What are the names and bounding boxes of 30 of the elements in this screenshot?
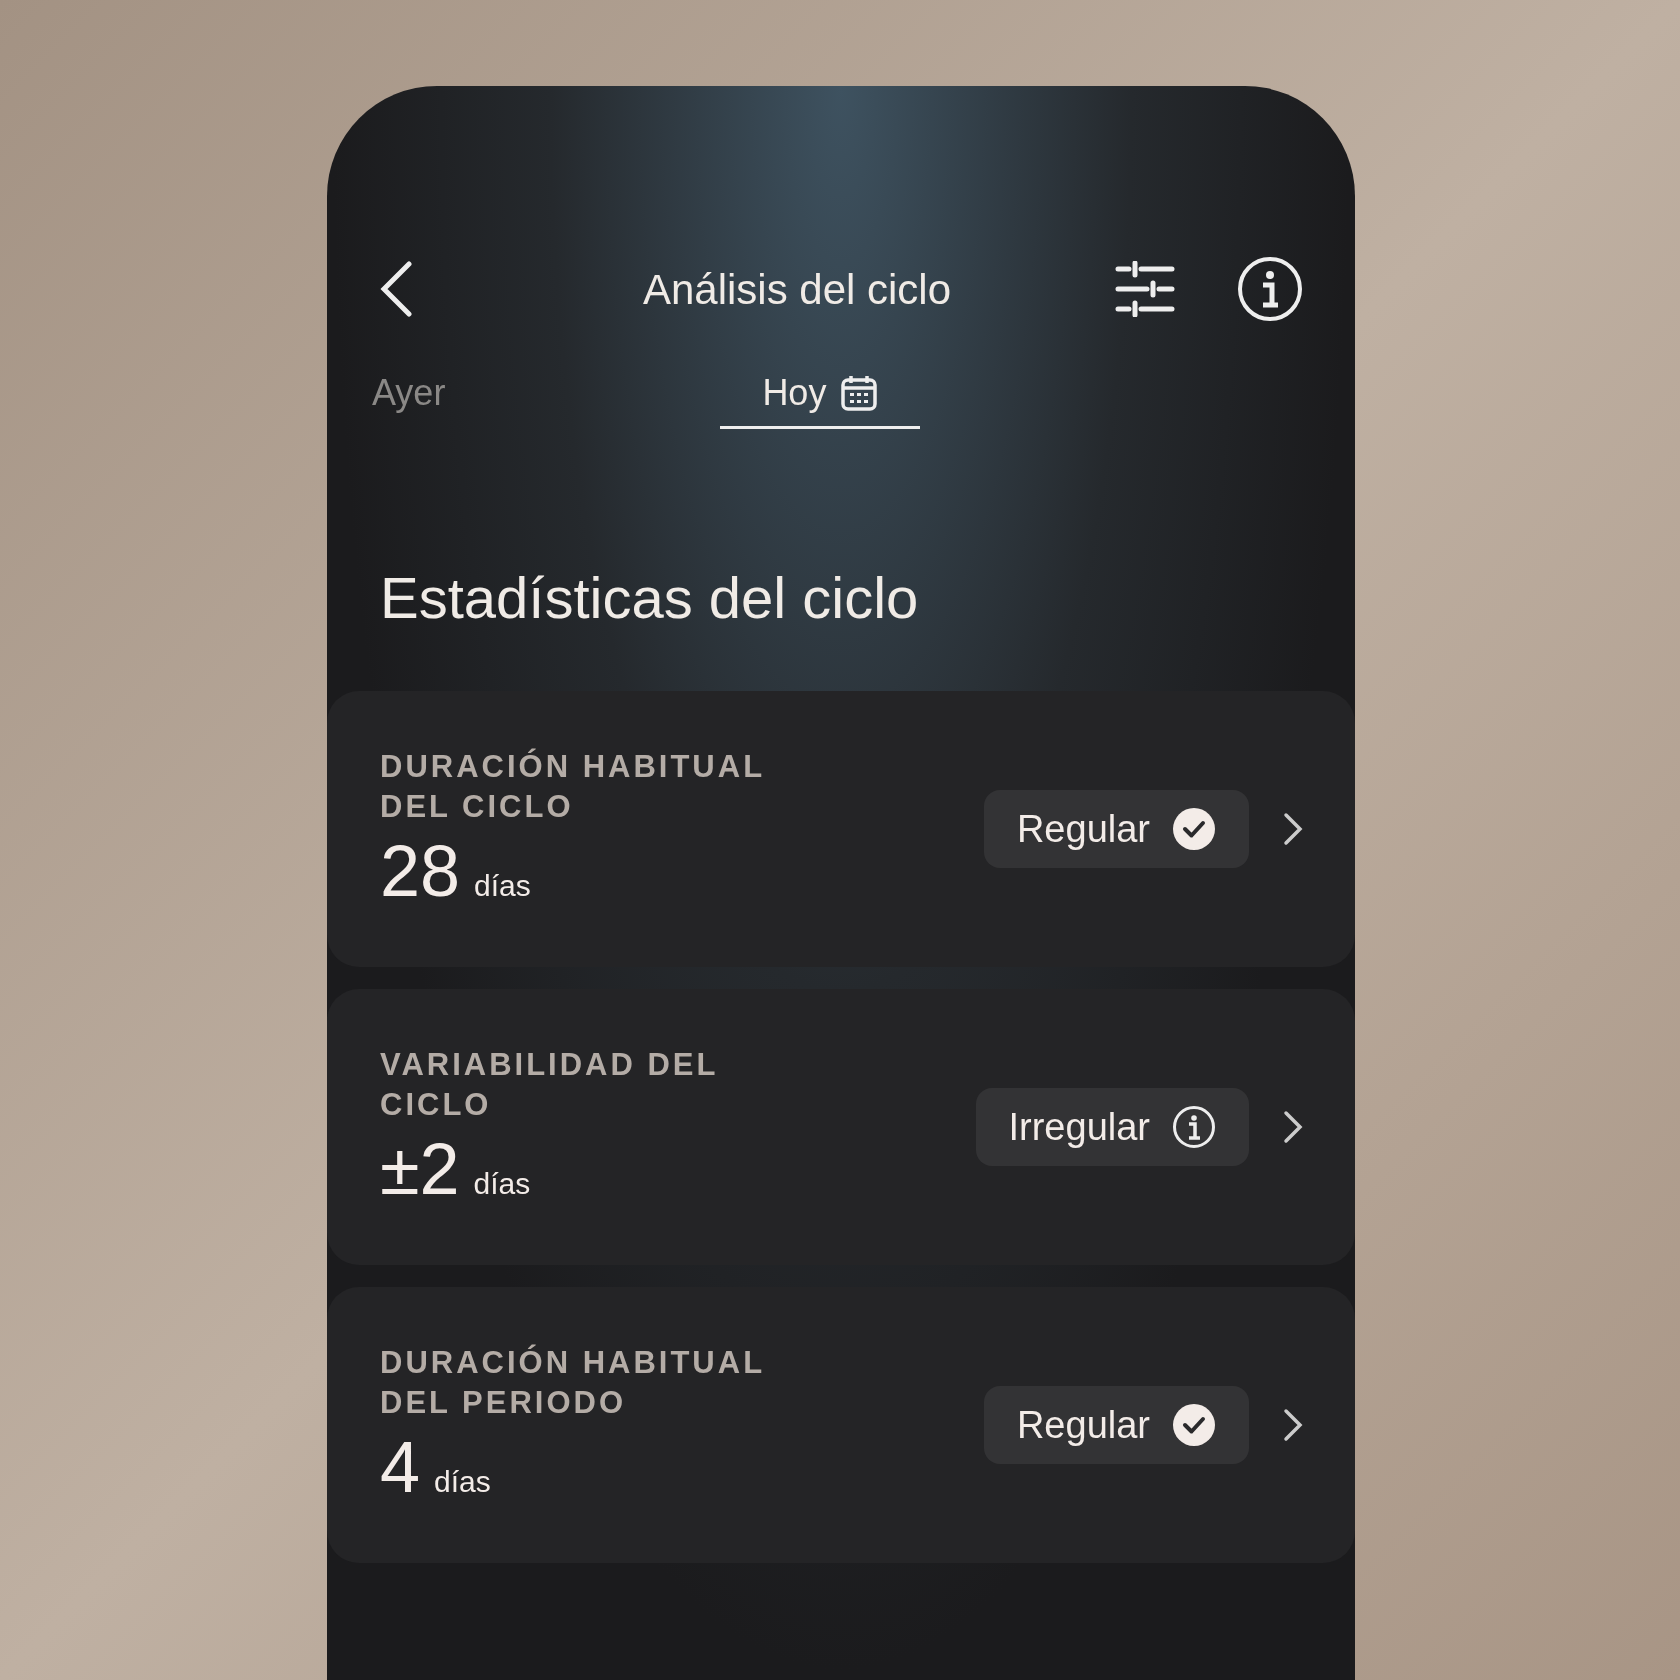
date-tab[interactable]: Ayer — [372, 359, 446, 429]
info-icon — [1237, 256, 1303, 322]
stat-card[interactable]: DURACIÓN HABITUAL DEL PERIODO 4 días Regular — [327, 1287, 1355, 1563]
stat-unit: días — [473, 1166, 531, 1202]
info-button[interactable] — [1237, 256, 1303, 322]
chevron-right-icon — [1283, 812, 1303, 846]
stat-unit: días — [434, 1464, 491, 1500]
sliders-icon — [1115, 261, 1175, 317]
stat-label: VARIABILIDAD DEL CICLO — [380, 1046, 719, 1124]
checkmark-icon — [1172, 1403, 1216, 1447]
chevron-right-icon — [1283, 1110, 1303, 1144]
stat-value: ±2 — [380, 1129, 460, 1209]
stat-card[interactable]: DURACIÓN HABITUAL DEL CICLO 28 días Regular — [327, 691, 1355, 967]
stat-label: DURACIÓN HABITUAL DEL PERIODO — [380, 1343, 766, 1422]
section-title: Estadísticas del ciclo — [380, 564, 920, 632]
info-icon — [1172, 1105, 1216, 1149]
status-badge: Regular — [983, 1386, 1249, 1464]
stat-value: 28 — [380, 831, 461, 911]
chevron-right-icon — [1283, 1408, 1303, 1442]
calendar-icon — [840, 373, 879, 412]
status-badge: Regular — [983, 790, 1249, 868]
checkmark-icon — [1172, 807, 1216, 851]
status-badge: Irregular — [975, 1088, 1249, 1166]
stat-label: DURACIÓN HABITUAL DEL CICLO — [380, 747, 766, 826]
date-tab[interactable]: Hoy — [720, 359, 921, 429]
stat-unit: días — [474, 868, 531, 904]
stat-value: 4 — [380, 1427, 421, 1507]
stat-card[interactable]: VARIABILIDAD DEL CICLO ±2 días Irregular — [327, 989, 1355, 1265]
screen-title: Análisis del ciclo — [642, 264, 952, 315]
filter-button[interactable] — [1115, 261, 1175, 317]
